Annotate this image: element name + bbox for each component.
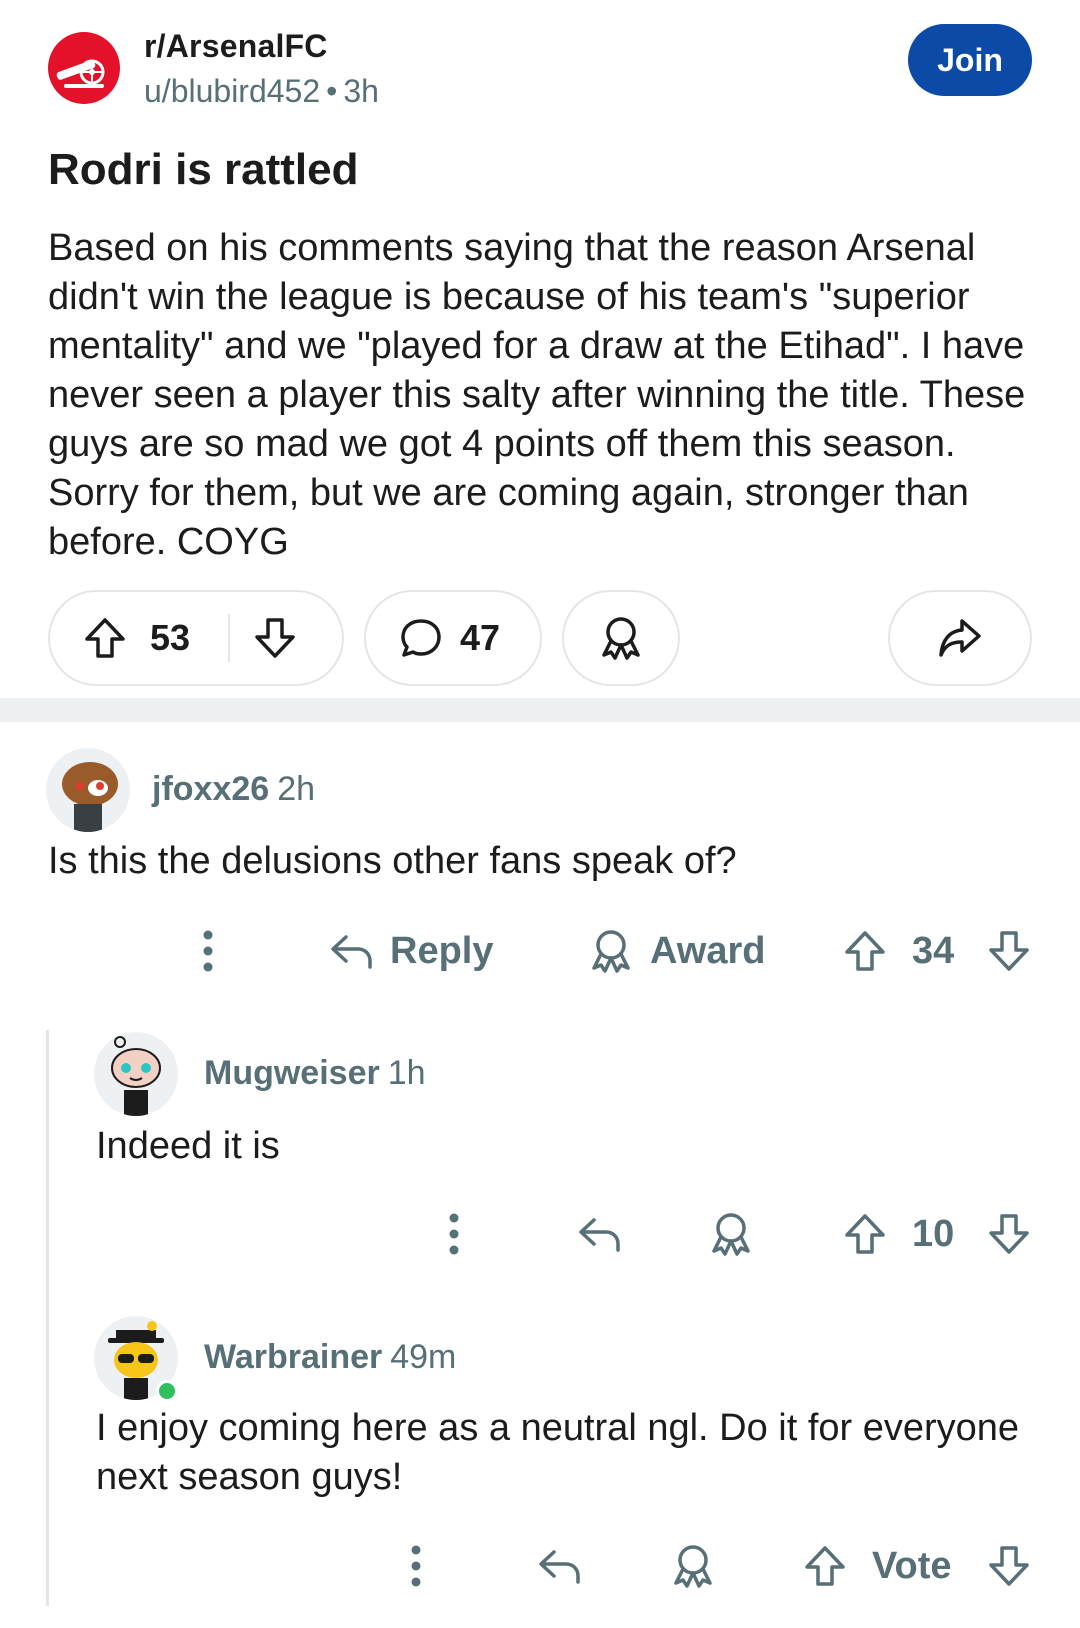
post-body: Based on his comments saying that the re…: [48, 227, 1026, 563]
online-status-indicator: [156, 1380, 178, 1402]
more-icon: [449, 1213, 459, 1255]
post-vote-pill: 53: [48, 590, 344, 686]
award-icon: [602, 617, 640, 660]
award-button[interactable]: Award: [586, 919, 765, 983]
thread-line[interactable]: [46, 1030, 49, 1606]
downvote-icon: [989, 1214, 1029, 1254]
post-meta: u/blubird452 • 3h: [144, 73, 379, 110]
comment-icon: [398, 615, 444, 661]
more-icon: [411, 1545, 421, 1587]
comment-upvote-button[interactable]: [842, 1202, 888, 1266]
reply-icon: [331, 935, 372, 969]
comment-text: Is this the delusions other fans speak o…: [48, 840, 737, 882]
meta-separator: •: [326, 73, 338, 109]
award-icon: [592, 930, 630, 973]
comment-text: Indeed it is: [96, 1125, 280, 1167]
award-button[interactable]: [668, 1534, 718, 1598]
comment-upvote-button[interactable]: [842, 919, 888, 983]
comment-vote-count: 10: [912, 1212, 955, 1255]
post-comments-button[interactable]: 47: [364, 590, 542, 686]
avatar[interactable]: [94, 1032, 178, 1116]
upvote-icon: [845, 1214, 885, 1254]
reply-icon: [579, 1218, 620, 1252]
reply-button[interactable]: Reply: [328, 919, 493, 983]
comment-age: 1h: [387, 1054, 426, 1092]
cannon-icon: [56, 59, 105, 88]
award-label: Award: [650, 929, 766, 972]
post-header: r/ArsenalFC u/blubird452 • 3h Join: [48, 24, 1032, 110]
award-icon: [712, 1213, 750, 1256]
post-title: Rodri is rattled: [48, 145, 359, 194]
post-share-button[interactable]: [888, 590, 1032, 686]
comment-actions: Vote: [0, 1534, 1080, 1598]
comment-text: I enjoy coming here as a neutral ngl. Do…: [96, 1407, 1020, 1498]
more-options-button[interactable]: [192, 919, 224, 983]
comment-user: Mugweiser 1h: [204, 1054, 426, 1093]
upvote-icon: [845, 931, 885, 971]
comment-user: Warbrainer 49m: [204, 1338, 456, 1377]
comment-username[interactable]: Mugweiser: [204, 1054, 380, 1092]
reply-button[interactable]: [576, 1202, 624, 1266]
comment-age: 2h: [277, 770, 316, 808]
section-divider: [0, 698, 1080, 722]
award-button[interactable]: [706, 1202, 756, 1266]
comment-actions: Reply Award 34: [0, 919, 1080, 983]
upvote-icon: [805, 1546, 845, 1586]
post-award-button[interactable]: [562, 590, 680, 686]
reply-icon: [539, 1550, 580, 1584]
more-options-button[interactable]: [400, 1534, 432, 1598]
reply-label: Reply: [390, 929, 494, 972]
reply-button[interactable]: [536, 1534, 584, 1598]
vote-divider: [228, 614, 230, 662]
comment-downvote-button[interactable]: [986, 1202, 1032, 1266]
award-icon: [674, 1545, 712, 1588]
post-age: 3h: [343, 73, 379, 109]
downvote-icon: [989, 1546, 1029, 1586]
comment-downvote-button[interactable]: [986, 1534, 1032, 1598]
join-button[interactable]: Join: [908, 24, 1032, 96]
more-options-button[interactable]: [438, 1202, 470, 1266]
comment-user: jfoxx26 2h: [152, 770, 315, 809]
post-author[interactable]: u/blubird452: [144, 73, 320, 109]
comment-username[interactable]: jfoxx26: [152, 770, 269, 808]
post-comment-count: 47: [460, 617, 501, 658]
more-icon: [203, 930, 213, 972]
avatar[interactable]: [46, 748, 130, 832]
comment-upvote-button[interactable]: [802, 1534, 848, 1598]
comment-vote-label: Vote: [872, 1544, 952, 1587]
downvote-icon: [989, 931, 1029, 971]
comment-vote-count: 34: [912, 929, 955, 972]
share-icon: [939, 619, 981, 657]
comment-downvote-button[interactable]: [986, 919, 1032, 983]
subreddit-name[interactable]: r/ArsenalFC: [144, 28, 328, 65]
post-upvote-count: 53: [150, 617, 191, 658]
upvote-icon[interactable]: [82, 615, 128, 661]
comment-age: 49m: [390, 1338, 457, 1376]
comment-username[interactable]: Warbrainer: [204, 1338, 382, 1376]
downvote-icon[interactable]: [252, 615, 298, 661]
subreddit-avatar[interactable]: [48, 32, 120, 104]
comment-actions: 10: [0, 1202, 1080, 1266]
